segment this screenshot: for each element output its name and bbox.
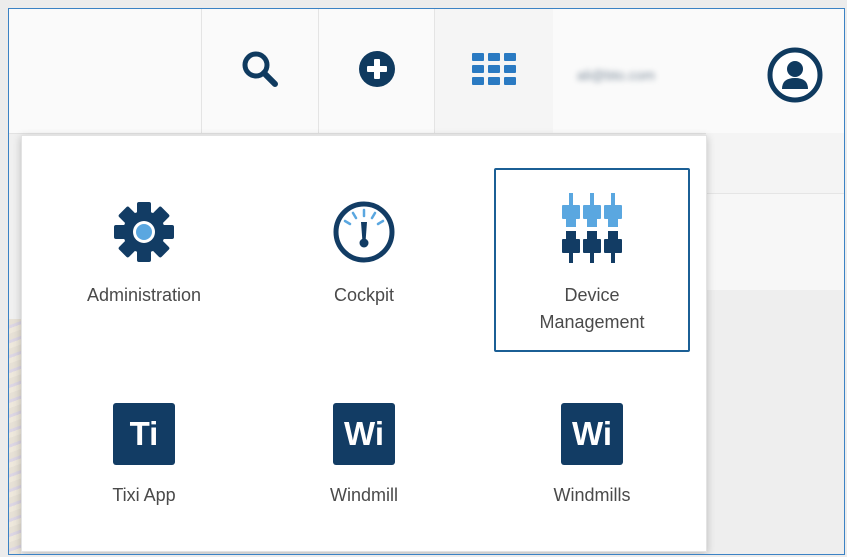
browser-frame: ali@bto.com Administration Cockpit Devic… — [8, 8, 845, 555]
background-map — [9, 319, 21, 554]
app-tile-tixi-app[interactable]: Ti Tixi App — [46, 368, 242, 552]
app-letter-icon: Ti — [113, 403, 175, 465]
user-circle-icon — [767, 47, 823, 108]
app-label-line-1: Device — [564, 285, 620, 305]
device-connectors-icon — [559, 192, 625, 268]
app-label: Windmill — [329, 485, 398, 505]
app-grid-icon — [472, 52, 516, 90]
top-navigation-bar: ali@bto.com — [9, 9, 844, 134]
background-panel — [706, 194, 844, 290]
app-switcher-button[interactable] — [434, 9, 553, 133]
background-toolbar — [706, 133, 844, 194]
app-tile-windmill[interactable]: Wi Windmill — [266, 368, 462, 552]
search-icon — [240, 49, 280, 94]
user-email[interactable]: ali@bto.com — [577, 65, 741, 85]
app-switcher-menu: Administration Cockpit Device Management… — [21, 135, 707, 552]
user-menu-button[interactable] — [765, 47, 825, 107]
app-label: Tixi App — [112, 485, 176, 505]
search-button[interactable] — [201, 9, 318, 133]
app-tile-cockpit[interactable]: Cockpit — [266, 168, 462, 352]
app-label: Device Management — [496, 282, 688, 336]
add-button[interactable] — [318, 9, 435, 133]
app-label: Cockpit — [333, 285, 395, 305]
app-label: Windmills — [553, 485, 631, 505]
plus-circle-icon — [358, 50, 396, 93]
app-label-line-2: Management — [539, 312, 645, 332]
gauge-icon — [332, 200, 396, 269]
app-tile-administration[interactable]: Administration — [46, 168, 242, 352]
gear-icon — [111, 199, 177, 270]
app-label: Administration — [86, 285, 202, 305]
app-letter-icon: Wi — [561, 403, 623, 465]
app-tile-device-management[interactable]: Device Management — [494, 168, 690, 352]
app-letter-icon: Wi — [333, 403, 395, 465]
app-tile-windmills[interactable]: Wi Windmills — [494, 368, 690, 552]
